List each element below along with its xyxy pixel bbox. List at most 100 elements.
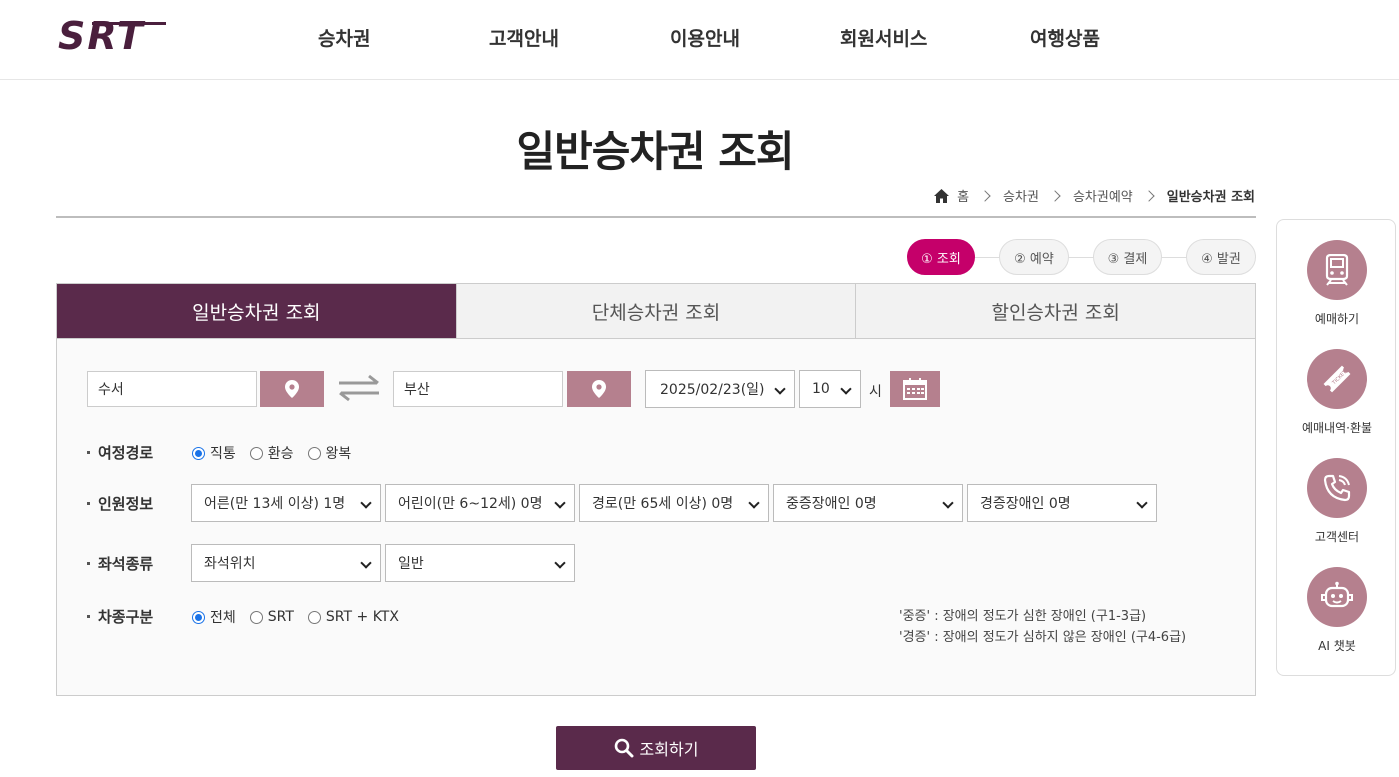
chevron-down-icon	[554, 557, 566, 569]
chatbot-icon	[1307, 567, 1367, 627]
departure-station-button[interactable]	[260, 371, 324, 407]
mild-disability-count-select[interactable]: 경증장애인 0명	[967, 484, 1157, 522]
departure-input[interactable]	[87, 371, 257, 407]
ticket-icon: TICKET	[1307, 349, 1367, 409]
select-value: 중증장애인 0명	[786, 496, 877, 512]
train-type-srt-ktx[interactable]: SRT + KTX	[307, 609, 399, 625]
chevron-down-icon	[554, 497, 566, 509]
route-option-label: 환승	[267, 446, 294, 462]
nav-travel-products[interactable]: 여행상품	[1030, 24, 1100, 51]
train-type-option-label: 전체	[210, 610, 236, 626]
breadcrumb: 홈 승차권 승차권예약 일반승차권 조회	[934, 186, 1255, 205]
passengers-label: 인원정보	[87, 493, 153, 514]
select-value: 경로(만 65세 이상) 0명	[592, 496, 734, 512]
select-value: 경증장애인 0명	[980, 496, 1071, 512]
select-value: 어른(만 13세 이상) 1명	[204, 496, 346, 512]
swap-stations-icon[interactable]	[337, 374, 381, 402]
svg-text:SRT: SRT	[58, 16, 146, 54]
train-type-all[interactable]: 전체	[192, 607, 236, 627]
page-title: 일반승차권 조회	[516, 127, 794, 176]
radio-unchecked[interactable]	[307, 610, 321, 624]
route-option-label: 왕복	[325, 446, 352, 462]
chevron-down-icon	[942, 497, 954, 509]
nav-member-service[interactable]: 회원서비스	[840, 24, 927, 51]
calendar-icon	[903, 378, 927, 400]
train-icon	[1307, 240, 1367, 300]
route-label: 여정경로	[87, 442, 153, 463]
radio-unchecked[interactable]	[249, 610, 263, 624]
srt-logo[interactable]: SRT	[56, 16, 172, 54]
quick-reserve-label: 예매하기	[1314, 312, 1360, 326]
route-label-text: 여정경로	[98, 444, 154, 462]
search-button[interactable]: 조회하기	[556, 726, 756, 770]
breadcrumb-ticket[interactable]: 승차권	[1003, 186, 1039, 205]
bullet	[87, 615, 90, 618]
home-icon[interactable]	[934, 188, 950, 203]
select-value: 일반	[398, 556, 424, 572]
severe-disability-count-select[interactable]: 중증장애인 0명	[773, 484, 963, 522]
location-pin-icon	[592, 380, 606, 398]
route-option-direct[interactable]: 직통	[192, 443, 236, 463]
quick-ai-chatbot[interactable]: AI 챗봇	[1277, 567, 1397, 654]
breadcrumb-reservation[interactable]: 승차권예약	[1073, 186, 1133, 205]
ticket-tabs: 일반승차권 조회 단체승차권 조회 할인승차권 조회	[56, 283, 1256, 339]
senior-count-select[interactable]: 경로(만 65세 이상) 0명	[579, 484, 769, 522]
quick-reservation-history-label: 예매내역·환불	[1301, 421, 1373, 435]
bullet	[87, 502, 90, 505]
breadcrumb-current: 일반승차권 조회	[1166, 190, 1255, 205]
hour-unit-label: 시	[869, 384, 882, 400]
select-value: 좌석위치	[204, 556, 256, 572]
step-reserve: ② 예약	[999, 239, 1069, 275]
nav-customer-guide[interactable]: 고객안내	[489, 24, 559, 51]
quick-customer-center-label: 고객센터	[1314, 530, 1360, 544]
radio-unchecked[interactable]	[307, 446, 321, 460]
step-payment: ③ 결제	[1093, 239, 1162, 275]
site-header: SRT 승차권 고객안내 이용안내 회원서비스 여행상품	[0, 0, 1399, 80]
route-option-transfer[interactable]: 환승	[249, 443, 294, 463]
chevron-down-icon	[840, 383, 852, 395]
tab-general-ticket[interactable]: 일반승차권 조회	[57, 284, 457, 339]
search-button-label: 조회하기	[639, 740, 699, 759]
quick-menu: 예매하기 TICKET 예매내역·환불 고객센터 AI 챗봇	[1276, 219, 1396, 676]
step-search: ① 조회	[907, 239, 975, 275]
calendar-button[interactable]	[890, 371, 940, 407]
adult-count-select[interactable]: 어른(만 13세 이상) 1명	[191, 484, 381, 522]
select-value: 어린이(만 6~12세) 0명	[398, 496, 543, 512]
chevron-down-icon	[360, 557, 372, 569]
train-type-label-text: 차종구분	[98, 608, 154, 626]
chevron-down-icon	[774, 383, 786, 395]
tab-discount-ticket[interactable]: 할인승차권 조회	[856, 284, 1256, 339]
tab-group-ticket[interactable]: 단체승차권 조회	[456, 284, 857, 339]
quick-customer-center[interactable]: 고객센터	[1277, 458, 1397, 545]
quick-reservation-history[interactable]: TICKET 예매내역·환불	[1277, 349, 1397, 436]
nav-ticket[interactable]: 승차권	[318, 24, 370, 51]
radio-checked[interactable]	[192, 610, 205, 624]
bullet	[87, 451, 90, 454]
quick-ai-chatbot-label: AI 챗봇	[1318, 639, 1356, 653]
chevron-right-icon	[979, 189, 991, 202]
search-icon	[614, 738, 634, 758]
route-radio-group: 직통 환승 왕복	[192, 443, 365, 463]
arrival-station-button[interactable]	[567, 371, 631, 407]
bullet	[87, 562, 90, 565]
arrival-input[interactable]	[393, 371, 563, 407]
radio-checked[interactable]	[192, 446, 205, 460]
train-type-srt[interactable]: SRT	[249, 609, 294, 625]
hour-select[interactable]: 10	[799, 370, 861, 408]
seat-label-text: 좌석종류	[98, 555, 154, 573]
seat-position-select[interactable]: 좌석위치	[191, 544, 381, 582]
radio-unchecked[interactable]	[249, 446, 263, 460]
date-select[interactable]: 2025/02/23(일)	[645, 370, 795, 408]
nav-usage-guide[interactable]: 이용안내	[670, 24, 740, 51]
chevron-down-icon	[748, 497, 760, 509]
route-option-round-trip[interactable]: 왕복	[307, 443, 352, 463]
quick-reserve[interactable]: 예매하기	[1277, 240, 1397, 327]
search-form: 2025/02/23(일) 10 시 여정경로 직통 환승 왕복 인원정보	[56, 338, 1256, 696]
route-option-label: 직통	[210, 446, 236, 462]
breadcrumb-home[interactable]: 홈	[957, 186, 969, 205]
date-value: 2025/02/23(일)	[660, 382, 765, 398]
child-count-select[interactable]: 어린이(만 6~12세) 0명	[385, 484, 575, 522]
location-pin-icon	[285, 380, 299, 398]
seat-class-select[interactable]: 일반	[385, 544, 575, 582]
mild-disability-note: '경증' : 장애의 정도가 심하지 않은 장애인 (구4-6급)	[899, 630, 1187, 645]
